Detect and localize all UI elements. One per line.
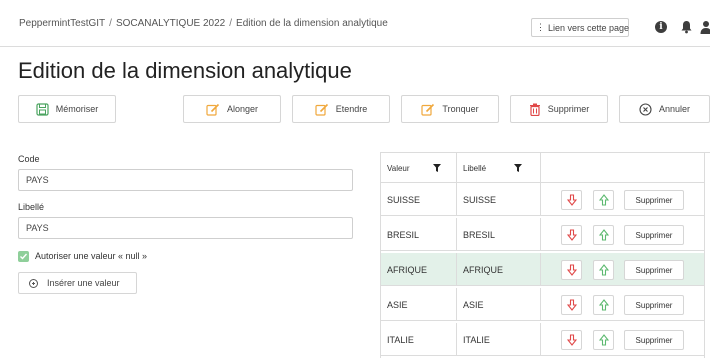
arrow-up-icon	[598, 264, 609, 276]
arrow-up-icon	[598, 194, 609, 206]
move-up-button[interactable]	[593, 190, 614, 210]
move-up-button[interactable]	[593, 260, 614, 280]
info-icon[interactable]: i	[655, 21, 667, 33]
move-down-button[interactable]	[561, 260, 582, 280]
grid-header: Valeur Libellé	[381, 153, 710, 183]
column-header-libelle[interactable]: Libellé	[457, 153, 541, 183]
arrow-up-icon	[598, 334, 609, 346]
cell-valeur: ASIE	[381, 288, 457, 321]
breadcrumb: PeppermintTestGIT / SOCANALYTIQUE 2022/Edi…	[19, 18, 388, 29]
breadcrumb-item-current: Edition de la dimension analytique	[236, 18, 388, 29]
move-up-button[interactable]	[593, 330, 614, 350]
memorize-button[interactable]: Mémoriser	[18, 95, 116, 123]
cell-valeur: AFRIQUE	[381, 253, 457, 286]
page-title: Edition de la dimension analytique	[18, 58, 352, 83]
cell-libelle: ITALIE	[457, 323, 541, 356]
cell-valeur: SUISSE	[381, 183, 457, 216]
arrow-up-icon	[598, 299, 609, 311]
cell-libelle: SUISSE	[457, 183, 541, 216]
move-up-button[interactable]	[593, 295, 614, 315]
grid-scrollbar[interactable]	[704, 153, 710, 358]
code-field[interactable]: PAYS	[18, 169, 353, 191]
values-grid: Valeur Libellé SUISSE SUISSE Supprimer BRES…	[380, 152, 710, 358]
cell-valeur: BRESIL	[381, 218, 457, 251]
edit-icon	[206, 103, 220, 116]
move-down-button[interactable]	[561, 330, 582, 350]
hash-icon: ⋮	[536, 22, 545, 32]
delete-row-button[interactable]: Supprimer	[624, 295, 684, 315]
arrow-down-icon	[566, 299, 577, 311]
column-header-valeur[interactable]: Valeur	[381, 153, 457, 183]
arrow-down-icon	[566, 194, 577, 206]
delete-row-button[interactable]: Supprimer	[624, 260, 684, 280]
trash-icon	[529, 103, 540, 116]
table-row[interactable]: AFRIQUE AFRIQUE Supprimer	[381, 253, 710, 286]
delete-label: Supprimer	[547, 104, 590, 114]
column-header-label: Valeur	[387, 163, 410, 173]
cancel-label: Annuler	[658, 104, 691, 114]
arrow-down-icon	[566, 264, 577, 276]
page-link-button[interactable]: ⋮ Lien vers cette page	[531, 18, 629, 37]
truncate-button[interactable]: Tronquer	[401, 95, 499, 123]
move-up-button[interactable]	[593, 225, 614, 245]
lengthen-button[interactable]: Alonger	[183, 95, 281, 123]
table-row[interactable]: SUISSE SUISSE Supprimer	[381, 183, 710, 216]
cell-valeur: ITALIE	[381, 323, 457, 356]
check-icon	[20, 253, 28, 260]
move-down-button[interactable]	[561, 190, 582, 210]
allow-null-checkbox[interactable]	[18, 251, 29, 262]
libelle-field[interactable]: PAYS	[18, 217, 353, 239]
filter-icon[interactable]	[514, 164, 522, 172]
edit-icon	[315, 103, 328, 116]
truncate-label: Tronquer	[442, 104, 479, 114]
arrow-up-icon	[598, 229, 609, 241]
arrow-down-icon	[566, 229, 577, 241]
user-icon[interactable]	[700, 20, 710, 34]
breadcrumb-separator: /	[109, 18, 112, 29]
cell-libelle: ASIE	[457, 288, 541, 321]
breadcrumb-item-app[interactable]: PeppermintTestGIT	[19, 18, 105, 29]
lengthen-label: Alonger	[226, 104, 259, 114]
close-circle-icon	[639, 102, 652, 116]
delete-button[interactable]: Supprimer	[510, 95, 608, 123]
delete-row-button[interactable]: Supprimer	[624, 190, 684, 210]
code-label: Code	[18, 154, 40, 164]
insert-value-button[interactable]: Insérer une valeur	[18, 272, 137, 294]
move-down-button[interactable]	[561, 295, 582, 315]
move-down-button[interactable]	[561, 225, 582, 245]
allow-null-label: Autoriser une valeur « null »	[35, 251, 148, 261]
delete-row-button[interactable]: Supprimer	[624, 225, 684, 245]
page-link-label: Lien vers cette page	[548, 22, 630, 33]
breadcrumb-separator: /	[229, 18, 233, 29]
top-bar: PeppermintTestGIT / SOCANALYTIQUE 2022/Edi…	[0, 0, 710, 47]
column-header-label: Libellé	[463, 163, 487, 173]
extend-label: Etendre	[335, 104, 368, 114]
memorize-label: Mémoriser	[55, 104, 99, 114]
filter-icon[interactable]	[433, 164, 441, 172]
insert-value-label: Insérer une valeur	[47, 278, 120, 288]
bell-icon[interactable]	[680, 20, 693, 34]
table-row[interactable]: BRESIL BRESIL Supprimer	[381, 218, 710, 251]
extend-button[interactable]: Etendre	[292, 95, 390, 123]
edit-icon	[421, 103, 435, 116]
save-icon	[36, 102, 49, 116]
table-row[interactable]: ASIE ASIE Supprimer	[381, 288, 710, 321]
libelle-label: Libellé	[18, 202, 45, 212]
cell-libelle: BRESIL	[457, 218, 541, 251]
cell-libelle: AFRIQUE	[457, 253, 541, 286]
cancel-button[interactable]: Annuler	[619, 95, 710, 123]
breadcrumb-item-module[interactable]: SOCANALYTIQUE 2022	[116, 18, 225, 29]
delete-row-button[interactable]: Supprimer	[624, 330, 684, 350]
table-row[interactable]: ITALIE ITALIE Supprimer	[381, 323, 710, 356]
add-circle-icon	[29, 278, 38, 288]
arrow-down-icon	[566, 334, 577, 346]
